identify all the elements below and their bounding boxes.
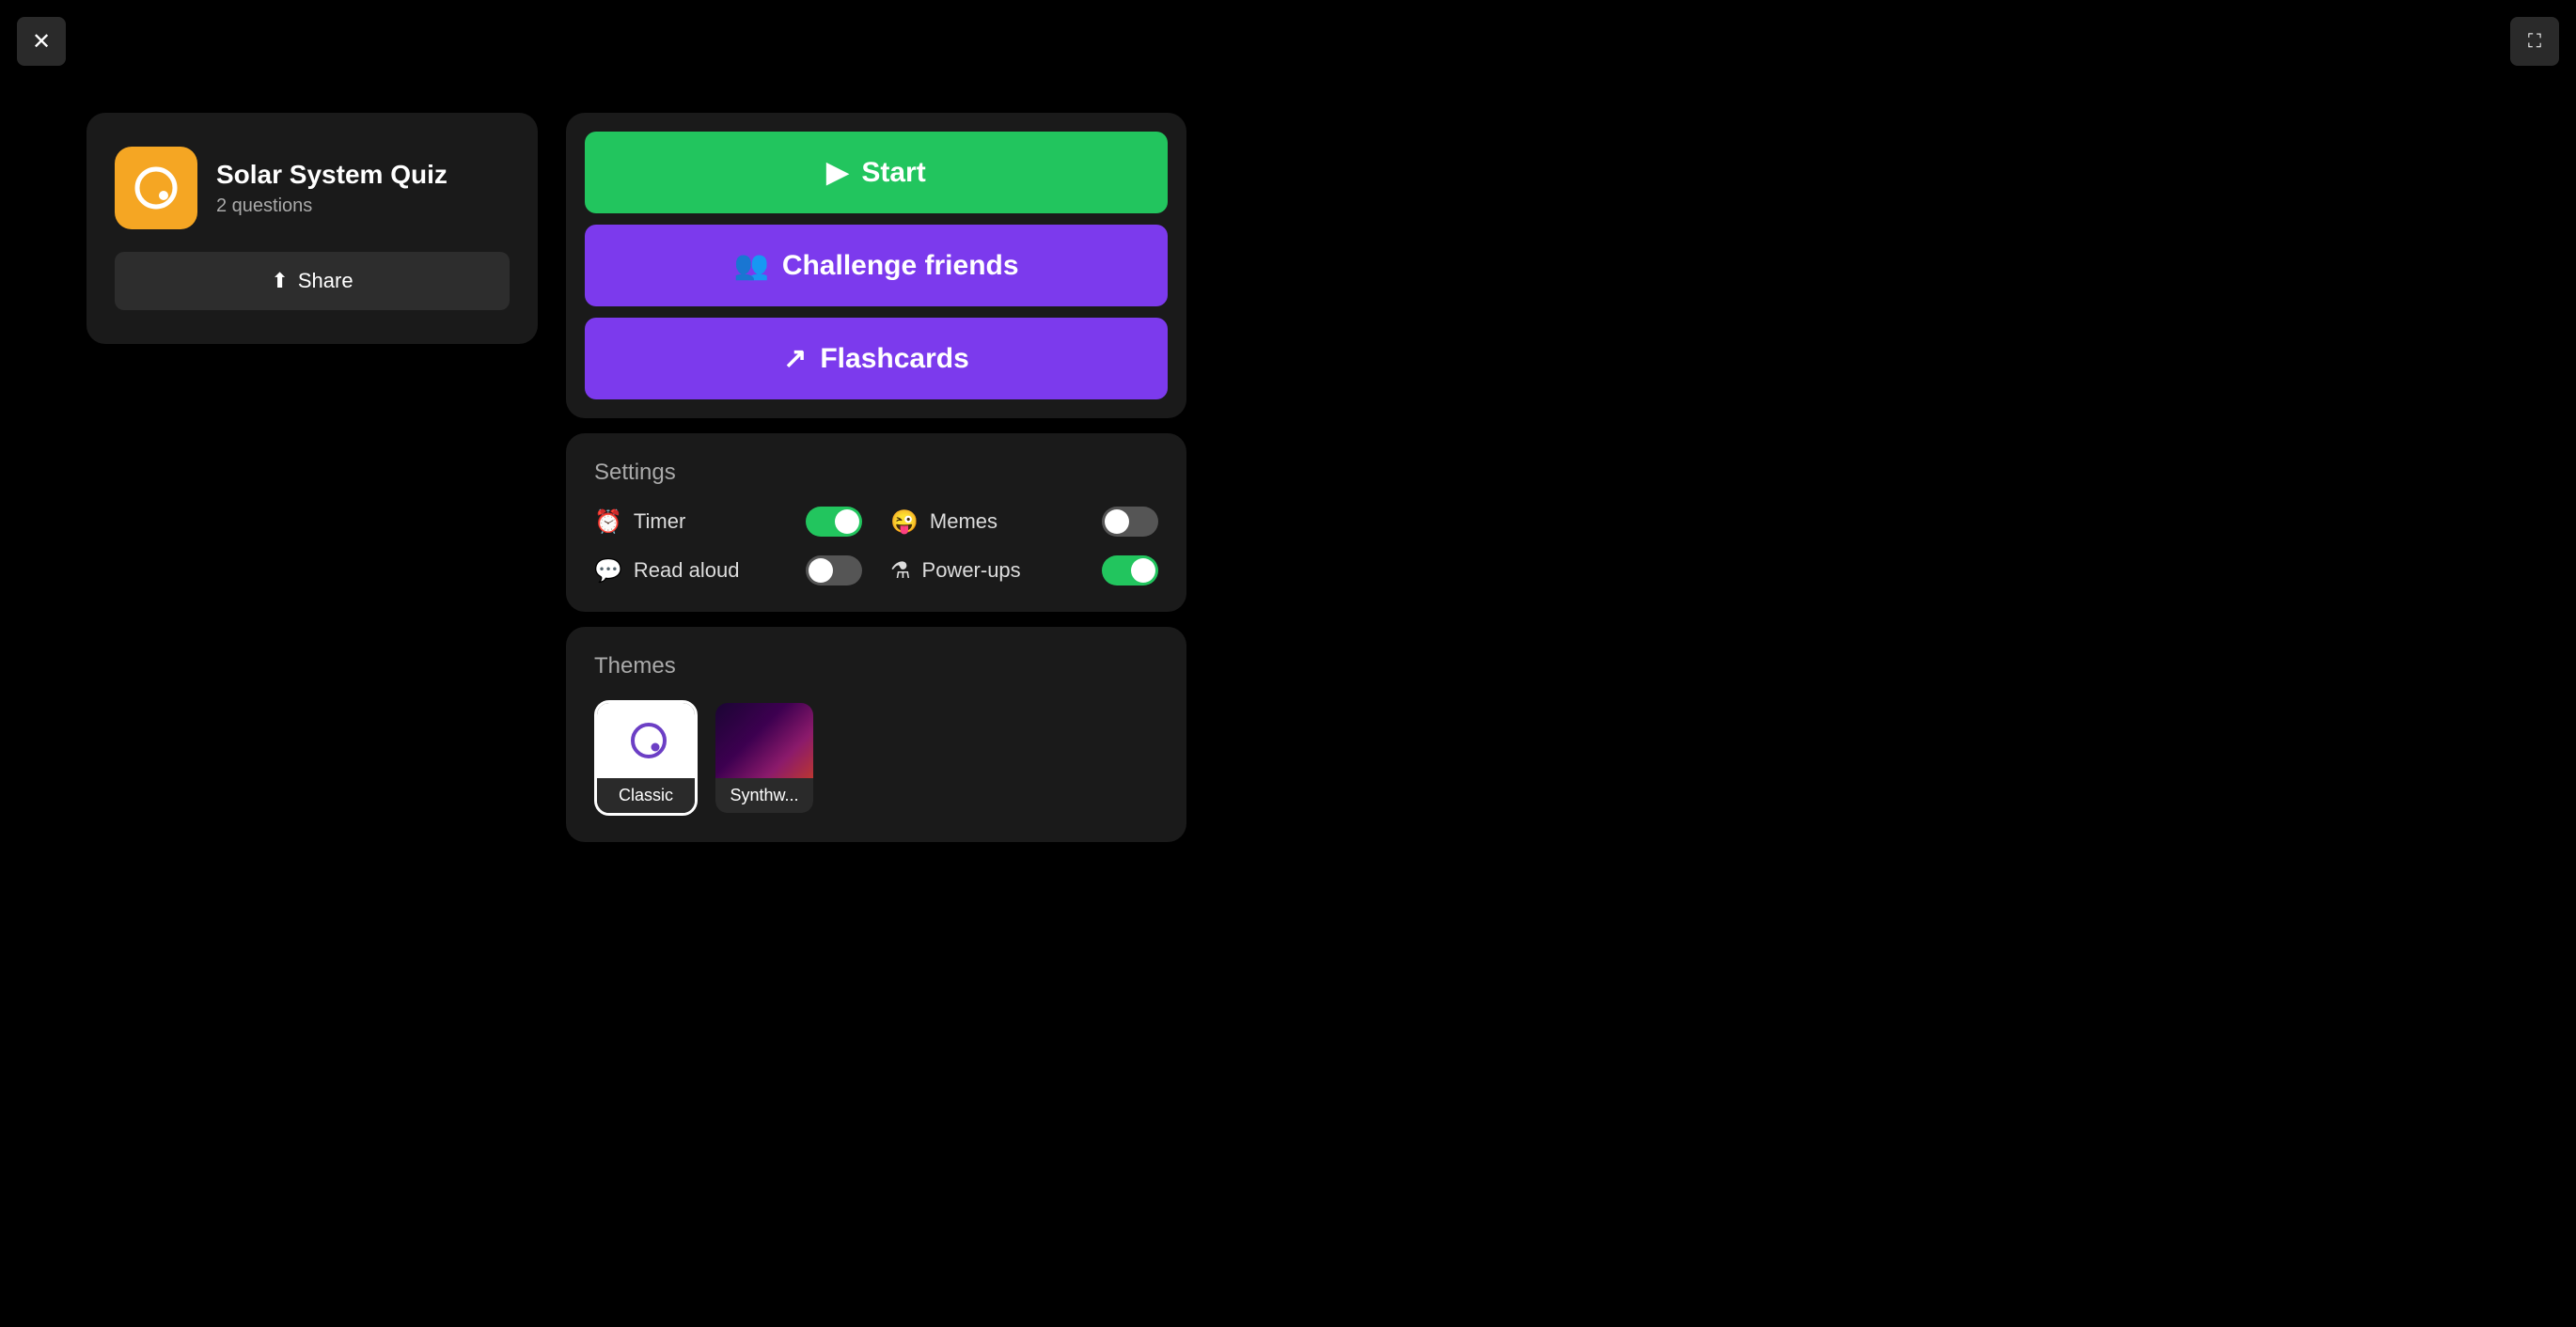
read-aloud-icon: 💬 bbox=[594, 557, 622, 585]
flashcards-button[interactable]: ↗ Flashcards bbox=[585, 318, 1168, 399]
setting-read-aloud: 💬 Read aloud bbox=[594, 555, 862, 585]
setting-powerups: ⚗ Power-ups bbox=[890, 555, 1158, 585]
settings-title: Settings bbox=[594, 460, 1158, 486]
setting-timer: ⏰ Timer bbox=[594, 507, 862, 537]
quiz-text: Solar System Quiz 2 questions bbox=[216, 159, 448, 218]
timer-toggle[interactable] bbox=[806, 507, 862, 537]
read-aloud-text: Read aloud bbox=[634, 558, 740, 583]
powerups-toggle[interactable] bbox=[1102, 555, 1158, 585]
classic-logo-icon bbox=[628, 720, 669, 761]
timer-text: Timer bbox=[634, 509, 685, 534]
theme-classic[interactable]: Classic bbox=[594, 700, 698, 816]
share-button[interactable]: ⬆ Share bbox=[115, 252, 510, 310]
themes-grid: Classic Synthw... bbox=[594, 700, 1158, 816]
synthwave-name: Synthw... bbox=[715, 778, 813, 813]
powerups-text: Power-ups bbox=[922, 558, 1021, 583]
flashcards-icon: ↗ bbox=[783, 342, 807, 375]
powerups-label: ⚗ Power-ups bbox=[890, 557, 1021, 585]
share-icon: ⬆ bbox=[271, 269, 288, 293]
right-panel: ▶ Start 👥 Challenge friends ↗ Flashcards… bbox=[566, 113, 1186, 842]
main-container: Solar System Quiz 2 questions ⬆ Share ▶ … bbox=[86, 113, 1186, 842]
quizizz-logo-icon bbox=[132, 164, 181, 212]
memes-toggle[interactable] bbox=[1102, 507, 1158, 537]
themes-title: Themes bbox=[594, 653, 1158, 679]
fullscreen-button[interactable]: ⛶ bbox=[2510, 17, 2559, 66]
start-label: Start bbox=[861, 157, 925, 189]
quiz-icon bbox=[115, 147, 197, 229]
settings-grid: ⏰ Timer 😜 Memes bbox=[594, 507, 1158, 585]
timer-label: ⏰ Timer bbox=[594, 508, 685, 536]
read-aloud-label: 💬 Read aloud bbox=[594, 557, 739, 585]
start-button[interactable]: ▶ Start bbox=[585, 132, 1168, 213]
timer-icon: ⏰ bbox=[594, 508, 622, 536]
close-button[interactable]: ✕ bbox=[17, 17, 66, 66]
challenge-label: Challenge friends bbox=[782, 250, 1019, 282]
read-aloud-toggle[interactable] bbox=[806, 555, 862, 585]
synthwave-thumbnail bbox=[715, 703, 816, 778]
challenge-icon: 👥 bbox=[733, 249, 768, 282]
powerups-icon: ⚗ bbox=[890, 557, 911, 585]
quiz-title: Solar System Quiz bbox=[216, 159, 448, 191]
share-label: Share bbox=[298, 269, 353, 293]
quiz-card: Solar System Quiz 2 questions ⬆ Share bbox=[86, 113, 538, 344]
challenge-friends-button[interactable]: 👥 Challenge friends bbox=[585, 225, 1168, 306]
action-buttons-panel: ▶ Start 👥 Challenge friends ↗ Flashcards bbox=[566, 113, 1186, 418]
classic-thumbnail bbox=[597, 703, 698, 778]
quiz-info: Solar System Quiz 2 questions bbox=[115, 147, 510, 229]
classic-name: Classic bbox=[597, 778, 695, 813]
flashcards-label: Flashcards bbox=[820, 343, 968, 375]
theme-synthwave[interactable]: Synthw... bbox=[713, 700, 816, 816]
setting-memes: 😜 Memes bbox=[890, 507, 1158, 537]
play-icon: ▶ bbox=[826, 156, 848, 189]
themes-panel: Themes Classic Synthw... bbox=[566, 627, 1186, 842]
quiz-questions: 2 questions bbox=[216, 195, 448, 217]
memes-icon: 😜 bbox=[890, 508, 919, 536]
settings-panel: Settings ⏰ Timer 😜 bbox=[566, 433, 1186, 612]
memes-label: 😜 Memes bbox=[890, 508, 997, 536]
memes-text: Memes bbox=[930, 509, 997, 534]
